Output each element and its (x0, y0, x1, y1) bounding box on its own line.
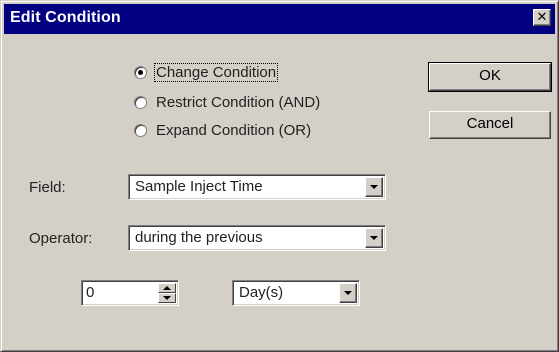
radio-expand-condition[interactable]: Expand Condition (OR) (134, 119, 313, 141)
field-label: Field: (29, 179, 66, 196)
edit-condition-dialog: Edit Condition ✕ Change Condition Restri… (0, 0, 559, 352)
radio-change-condition[interactable]: Change Condition (134, 61, 279, 83)
amount-spinner[interactable]: 0 (81, 280, 179, 306)
radio-button-checked-icon[interactable] (134, 65, 147, 79)
title-bar[interactable]: Edit Condition ✕ (4, 4, 555, 34)
chevron-down-icon[interactable] (365, 228, 383, 248)
ok-button[interactable]: OK (428, 62, 552, 92)
chevron-down-icon[interactable] (339, 283, 357, 303)
radio-button-icon[interactable] (134, 123, 147, 137)
radio-label-expand-condition: Expand Condition (OR) (156, 121, 312, 139)
field-select[interactable]: Sample Inject Time (128, 174, 386, 200)
field-select-value: Sample Inject Time (135, 178, 263, 195)
spin-down-icon[interactable] (158, 293, 176, 303)
cancel-button[interactable]: Cancel (429, 111, 551, 139)
spin-up-icon[interactable] (158, 283, 176, 293)
unit-select[interactable]: Day(s) (232, 280, 360, 306)
operator-label: Operator: (29, 230, 93, 247)
radio-label-change-condition: Change Condition (154, 62, 279, 82)
radio-restrict-condition[interactable]: Restrict Condition (AND) (134, 91, 322, 113)
radio-button-icon[interactable] (134, 95, 147, 109)
amount-value[interactable]: 0 (86, 284, 94, 301)
operator-select[interactable]: during the previous (128, 225, 386, 251)
chevron-down-icon[interactable] (365, 177, 383, 197)
close-button[interactable]: ✕ (533, 9, 551, 26)
unit-select-value: Day(s) (239, 284, 284, 301)
close-icon: ✕ (536, 9, 548, 24)
operator-select-value: during the previous (135, 229, 263, 246)
window-title: Edit Condition (10, 9, 121, 26)
radio-label-restrict-condition: Restrict Condition (AND) (156, 93, 321, 111)
